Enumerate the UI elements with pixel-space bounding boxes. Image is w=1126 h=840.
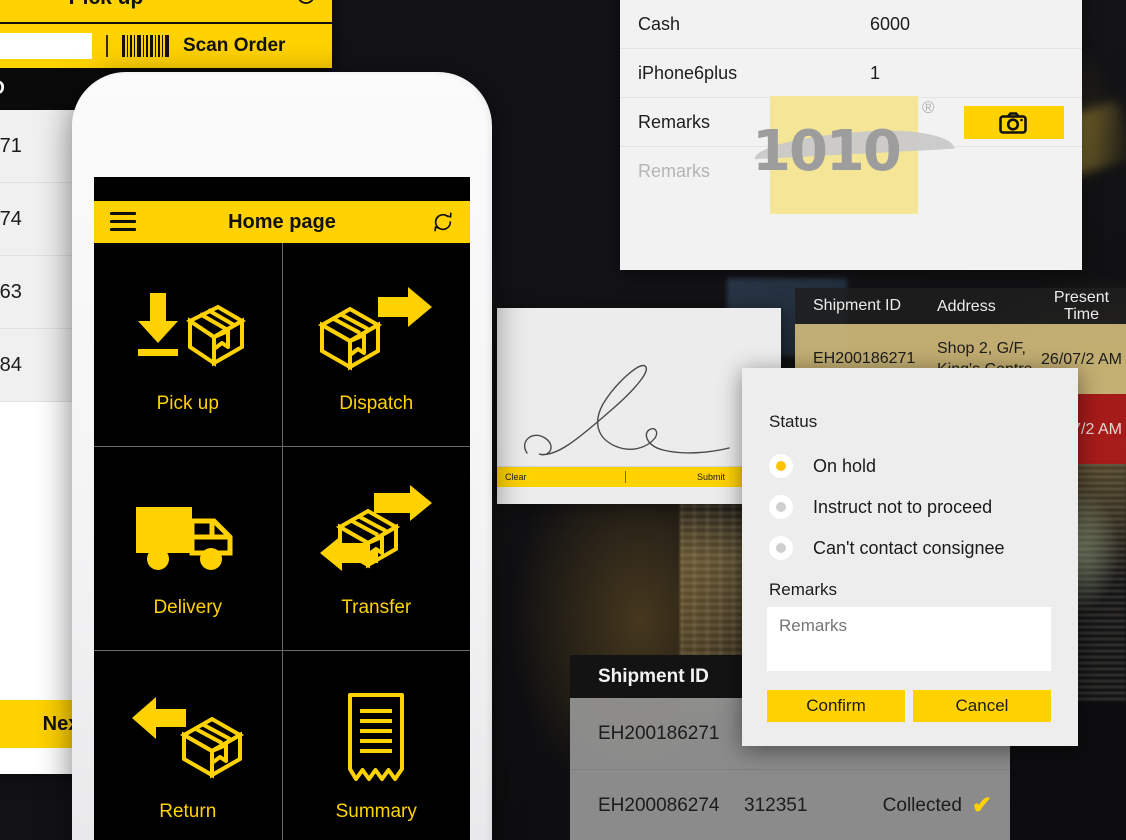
confirm-button[interactable]: Confirm bbox=[767, 690, 905, 722]
item-name: iPhone6plus bbox=[638, 62, 738, 83]
remarks-input[interactable] bbox=[767, 607, 1051, 671]
signature-card: Clear Submit bbox=[497, 308, 781, 504]
radio-icon bbox=[769, 536, 793, 560]
scan-bar: Scan Order bbox=[0, 22, 332, 68]
cell-shipment-id: EH200086274 bbox=[598, 794, 720, 816]
status-label: Status bbox=[769, 412, 818, 431]
box-arrow-right-icon bbox=[316, 275, 436, 387]
signature-pad[interactable] bbox=[497, 308, 781, 467]
remarks-label: Remarks bbox=[769, 580, 838, 599]
box-arrow-down-icon bbox=[128, 275, 248, 387]
remarks-placeholder: Remarks bbox=[638, 160, 711, 181]
cell-shipment-id: EH200186271 bbox=[813, 350, 916, 367]
remarks-row-wrap: Remarks bbox=[620, 98, 1082, 147]
radio-icon bbox=[769, 495, 793, 519]
radio-option-cant-contact-consignee[interactable]: Can't contact consignee bbox=[769, 536, 1005, 560]
tile-label: Return bbox=[159, 800, 217, 822]
tile-summary[interactable]: Summary bbox=[282, 651, 470, 840]
item-row: Cash 6000 bbox=[620, 0, 1082, 49]
status-bar bbox=[94, 177, 470, 201]
divider bbox=[106, 35, 108, 57]
item-row: iPhone6plus 1 bbox=[620, 49, 1082, 98]
camera-button[interactable] bbox=[964, 106, 1064, 139]
tile-delivery[interactable]: Delivery bbox=[94, 447, 282, 650]
radio-label: Can't contact consignee bbox=[813, 537, 1005, 558]
tile-label: Pick up bbox=[156, 392, 219, 414]
tile-transfer[interactable]: Transfer bbox=[282, 447, 470, 650]
cell-shipment-ref: 312351 bbox=[744, 794, 808, 816]
refresh-icon[interactable] bbox=[432, 211, 454, 238]
item-qty: 1 bbox=[870, 62, 881, 83]
page-title: Home page bbox=[228, 210, 336, 233]
check-icon: ✔ bbox=[971, 792, 992, 819]
cell-present-time: 26/07/2 AM bbox=[1041, 350, 1122, 368]
tile-label: Dispatch bbox=[339, 392, 414, 414]
cell-status: Collected ✔ bbox=[864, 791, 1010, 820]
radio-icon bbox=[769, 454, 793, 478]
tile-label: Transfer bbox=[341, 596, 412, 618]
cell-shipment-id: EH200187284 bbox=[0, 353, 22, 376]
tile-pick-up[interactable]: Pick up bbox=[94, 243, 282, 446]
radio-label: Instruct not to proceed bbox=[813, 496, 993, 517]
col-shipment-id: Shipment ID bbox=[813, 297, 902, 314]
handwritten-signature bbox=[524, 364, 730, 456]
col-shipment-id: Shipment ID bbox=[0, 78, 5, 100]
status-text: Collected bbox=[882, 794, 962, 816]
barcode-icon[interactable] bbox=[122, 35, 169, 57]
table-row[interactable]: EH200086274 312351 Collected ✔ bbox=[570, 770, 1010, 840]
screenshot-stage: Item Qty Cash 6000 iPhone6plus 1 Remarks bbox=[0, 0, 1126, 840]
submit-button[interactable]: Submit bbox=[697, 472, 725, 482]
cell-shipment-id: EH200186271 bbox=[0, 134, 22, 157]
radio-option-on-hold[interactable]: On hold bbox=[769, 454, 876, 478]
tile-dispatch[interactable]: Dispatch bbox=[282, 243, 470, 446]
signature-actions: Clear Submit bbox=[497, 467, 781, 487]
page-title: Pick up bbox=[69, 0, 144, 10]
truck-icon bbox=[128, 479, 248, 591]
camera-icon bbox=[999, 111, 1027, 134]
phone-mockup: Home page Pick up Dispatch Delivery Tran… bbox=[72, 72, 492, 840]
search-input[interactable] bbox=[0, 33, 92, 59]
remarks-label: Remarks bbox=[638, 111, 711, 132]
home-tile-grid: Pick up Dispatch Delivery Transfer Retur… bbox=[94, 243, 470, 840]
divider bbox=[625, 471, 626, 483]
col-present-time: Present Time bbox=[1053, 289, 1110, 323]
clear-button[interactable]: Clear bbox=[505, 472, 527, 482]
item-qty: 6000 bbox=[870, 13, 911, 34]
scan-order-button[interactable]: Scan Order bbox=[183, 35, 285, 57]
tile-label: Summary bbox=[335, 800, 417, 822]
cell-shipment-id: EH200086274 bbox=[0, 207, 22, 230]
cancel-button[interactable]: Cancel bbox=[913, 690, 1051, 722]
item-name: Cash bbox=[638, 13, 681, 34]
refresh-icon[interactable] bbox=[294, 0, 318, 13]
col-address: Address bbox=[937, 297, 996, 315]
dialog-actions: Confirm Cancel bbox=[767, 690, 1051, 722]
remarks-input-row[interactable]: Remarks bbox=[620, 147, 1082, 195]
box-arrow-left-icon bbox=[128, 683, 248, 795]
col-shipment-id: Shipment ID bbox=[598, 665, 709, 687]
item-qty-panel: Item Qty Cash 6000 iPhone6plus 1 Remarks bbox=[620, 0, 1082, 270]
phone-screen: Home page Pick up Dispatch Delivery Tran… bbox=[94, 177, 470, 840]
cell-shipment-id: EH200187263 bbox=[0, 280, 22, 303]
pickup-header: Pick up bbox=[0, 0, 332, 22]
tile-return[interactable]: Return bbox=[94, 651, 282, 840]
status-dialog: Status On hold Instruct not to proceed C… bbox=[742, 368, 1078, 746]
receipt-icon bbox=[330, 683, 422, 795]
radio-label: On hold bbox=[813, 455, 877, 476]
app-navbar: Home page bbox=[94, 201, 470, 243]
radio-option-instruct-not-to-proceed[interactable]: Instruct not to proceed bbox=[769, 495, 992, 519]
table-header: Shipment ID Address Present Time bbox=[795, 288, 1126, 324]
tile-label: Delivery bbox=[153, 596, 223, 618]
box-arrows-transfer-icon bbox=[316, 479, 436, 591]
cell-shipment-id: EH200186271 bbox=[598, 722, 720, 744]
